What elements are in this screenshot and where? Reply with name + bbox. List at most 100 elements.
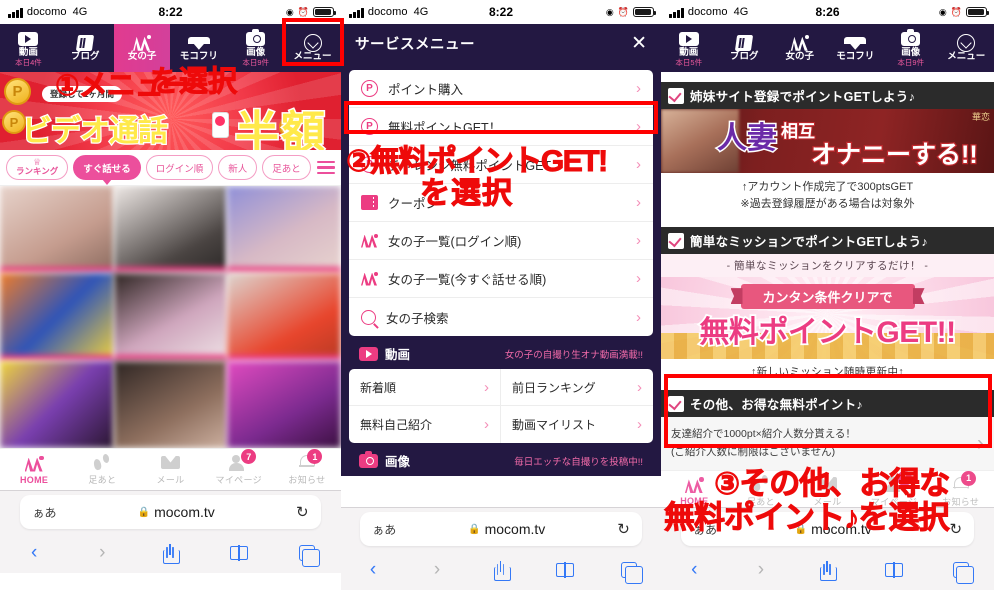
text-size-button[interactable]: ぁあ <box>372 521 396 538</box>
topnav-item-menu[interactable]: メニュー <box>939 24 994 72</box>
bookmarks-icon[interactable] <box>533 562 597 578</box>
filter-label: 足あと <box>272 163 301 175</box>
ad-text-2: 相互 <box>780 121 816 142</box>
chevron-right-icon: › <box>636 118 641 135</box>
bookmarks-icon[interactable] <box>205 545 273 561</box>
grid-thumb[interactable] <box>113 360 228 448</box>
tab-home[interactable]: HOME <box>0 449 68 490</box>
location-icon: ◉ <box>285 6 294 17</box>
girls-icon <box>132 34 152 51</box>
image-section-header: 画像 毎日エッチな自撮りを投稿中!! <box>349 443 653 476</box>
menu-item-point-purchase[interactable]: P ポイント購入 › <box>349 70 653 108</box>
topnav-item-girls[interactable]: 女の子 <box>772 24 828 72</box>
video-link-ranking[interactable]: 前日ランキング › <box>501 369 653 406</box>
tab-label: マイページ <box>215 475 262 485</box>
tabs-icon[interactable] <box>597 562 661 584</box>
list-view-icon[interactable] <box>317 160 335 175</box>
blog-icon <box>76 34 95 51</box>
filter-login[interactable]: ログイン順 <box>145 155 214 180</box>
tab-notice[interactable]: 1 お知らせ <box>273 449 341 490</box>
blog-icon <box>735 34 754 51</box>
filter-label: ランキング <box>16 166 59 177</box>
share-icon[interactable] <box>794 560 861 581</box>
url-text: 🔒 mocom.tv <box>56 504 295 520</box>
lock-icon: 🔒 <box>468 523 481 535</box>
tab-mail[interactable]: メール <box>136 449 204 490</box>
topnav-label: 女の子 <box>785 51 814 63</box>
topnav-label: モコフリ <box>836 51 875 63</box>
safari-nav-row: ‹ › <box>661 550 994 590</box>
grid-thumb[interactable] <box>0 273 114 361</box>
safari-nav-row: ‹ › <box>0 533 341 573</box>
filter-footprint[interactable]: 足あと <box>262 155 311 180</box>
back-icon[interactable]: ‹ <box>341 559 405 581</box>
grid-thumb[interactable] <box>227 273 341 361</box>
video-icon <box>18 30 39 47</box>
chevron-right-icon: › <box>636 156 641 173</box>
filter-newcomer[interactable]: 新人 <box>218 155 258 180</box>
menu-item-girls-search[interactable]: 女の子検索 › <box>349 298 653 336</box>
menu-header: サービスメニュー ✕ <box>341 24 661 62</box>
url-field[interactable]: ぁあ 🔒 mocom.tv ↻ <box>20 495 321 529</box>
camera-icon <box>359 450 378 468</box>
filter-talknow[interactable]: すぐ話せる <box>73 155 141 185</box>
grid-thumb[interactable] <box>227 186 341 274</box>
tab-mypage[interactable]: 7 マイページ <box>205 449 273 490</box>
tab-footprint[interactable]: 足あと <box>68 449 136 490</box>
url-field[interactable]: ぁあ 🔒 mocom.tv ↻ <box>360 512 642 546</box>
search-icon <box>361 309 376 325</box>
topnav-item-blog[interactable]: ブログ <box>717 24 773 72</box>
cell-label: 前日ランキング <box>512 380 596 395</box>
menu-item-girls-by-available[interactable]: 女の子一覧(今すぐ話せる順) › <box>349 260 653 298</box>
topnav-item-mocofuri[interactable]: モコフリ <box>828 24 884 72</box>
forward-icon[interactable]: › <box>405 559 469 581</box>
url-row: ぁあ 🔒 mocom.tv ↻ <box>341 508 661 550</box>
menu-item-label: 無料ポイントGET！ <box>388 121 502 135</box>
status-bar: docomo 4G 8:22 ◉ ⏰ <box>0 0 341 24</box>
bookmarks-icon[interactable] <box>861 562 928 578</box>
menu-item-girls-by-login[interactable]: 女の子一覧(ログイン順) › <box>349 222 653 260</box>
camera-icon <box>901 28 921 47</box>
grid-thumb[interactable] <box>0 186 114 274</box>
topnav-item-video[interactable]: 動画 本日4件 <box>0 24 57 72</box>
filter-ranking[interactable]: ♕ ランキング <box>6 155 69 180</box>
video-link-free-intro[interactable]: 無料自己紹介 › <box>349 406 501 443</box>
back-icon[interactable]: ‹ <box>0 542 68 564</box>
reload-icon[interactable]: ↻ <box>296 503 309 521</box>
topnav-item-menu[interactable]: メニュー <box>284 24 341 72</box>
video-link-newest[interactable]: 新着順 › <box>349 369 501 406</box>
bottom-tabbar: HOME 足あと メール 7 マイページ 1 お知らせ <box>0 448 341 490</box>
battery-icon <box>313 6 336 18</box>
chevron-right-icon: › <box>484 416 489 433</box>
grid-thumb[interactable] <box>0 360 114 448</box>
cell-label: 動画マイリスト <box>512 418 597 432</box>
section-note: 女の子の自撮り生オナ動画満載!! <box>504 349 643 361</box>
section-title: 動画 <box>385 348 411 362</box>
mission-banner[interactable]: カンタン条件クリアで 無料ポイントGET!! <box>661 277 994 360</box>
spacer <box>661 72 994 82</box>
grid-thumb[interactable] <box>113 186 228 274</box>
url-value: mocom.tv <box>484 521 546 537</box>
badge-mypage: 7 <box>241 449 257 464</box>
topnav-label: ブログ <box>729 51 759 63</box>
share-icon[interactable] <box>136 543 204 564</box>
grid-thumb[interactable] <box>227 360 341 448</box>
grid-thumb[interactable] <box>113 273 228 361</box>
tabs-icon[interactable] <box>273 545 341 567</box>
tabs-icon[interactable] <box>927 562 994 584</box>
girls-photo-grid <box>0 186 341 448</box>
topnav-item-image[interactable]: 画像 本日9件 <box>883 24 939 72</box>
check-icon <box>668 395 684 412</box>
share-icon[interactable] <box>469 560 533 581</box>
video-link-mylist[interactable]: 動画マイリスト › <box>501 406 653 443</box>
forward-icon[interactable]: › <box>68 542 136 564</box>
text-size-button[interactable]: ぁあ <box>32 504 56 521</box>
close-icon[interactable]: ✕ <box>631 34 647 53</box>
topnav-item-video[interactable]: 動画 本日5件 <box>661 24 717 72</box>
reload-icon[interactable]: ↻ <box>617 520 630 538</box>
sister-site-ad-banner[interactable]: 人妻 相互 オナニーする!! 華恋 <box>661 109 994 173</box>
reload-icon[interactable]: ↻ <box>949 520 962 538</box>
forward-icon[interactable]: › <box>728 559 795 581</box>
back-icon[interactable]: ‹ <box>661 559 728 581</box>
mission-ribbon: カンタン条件クリアで <box>740 284 915 310</box>
